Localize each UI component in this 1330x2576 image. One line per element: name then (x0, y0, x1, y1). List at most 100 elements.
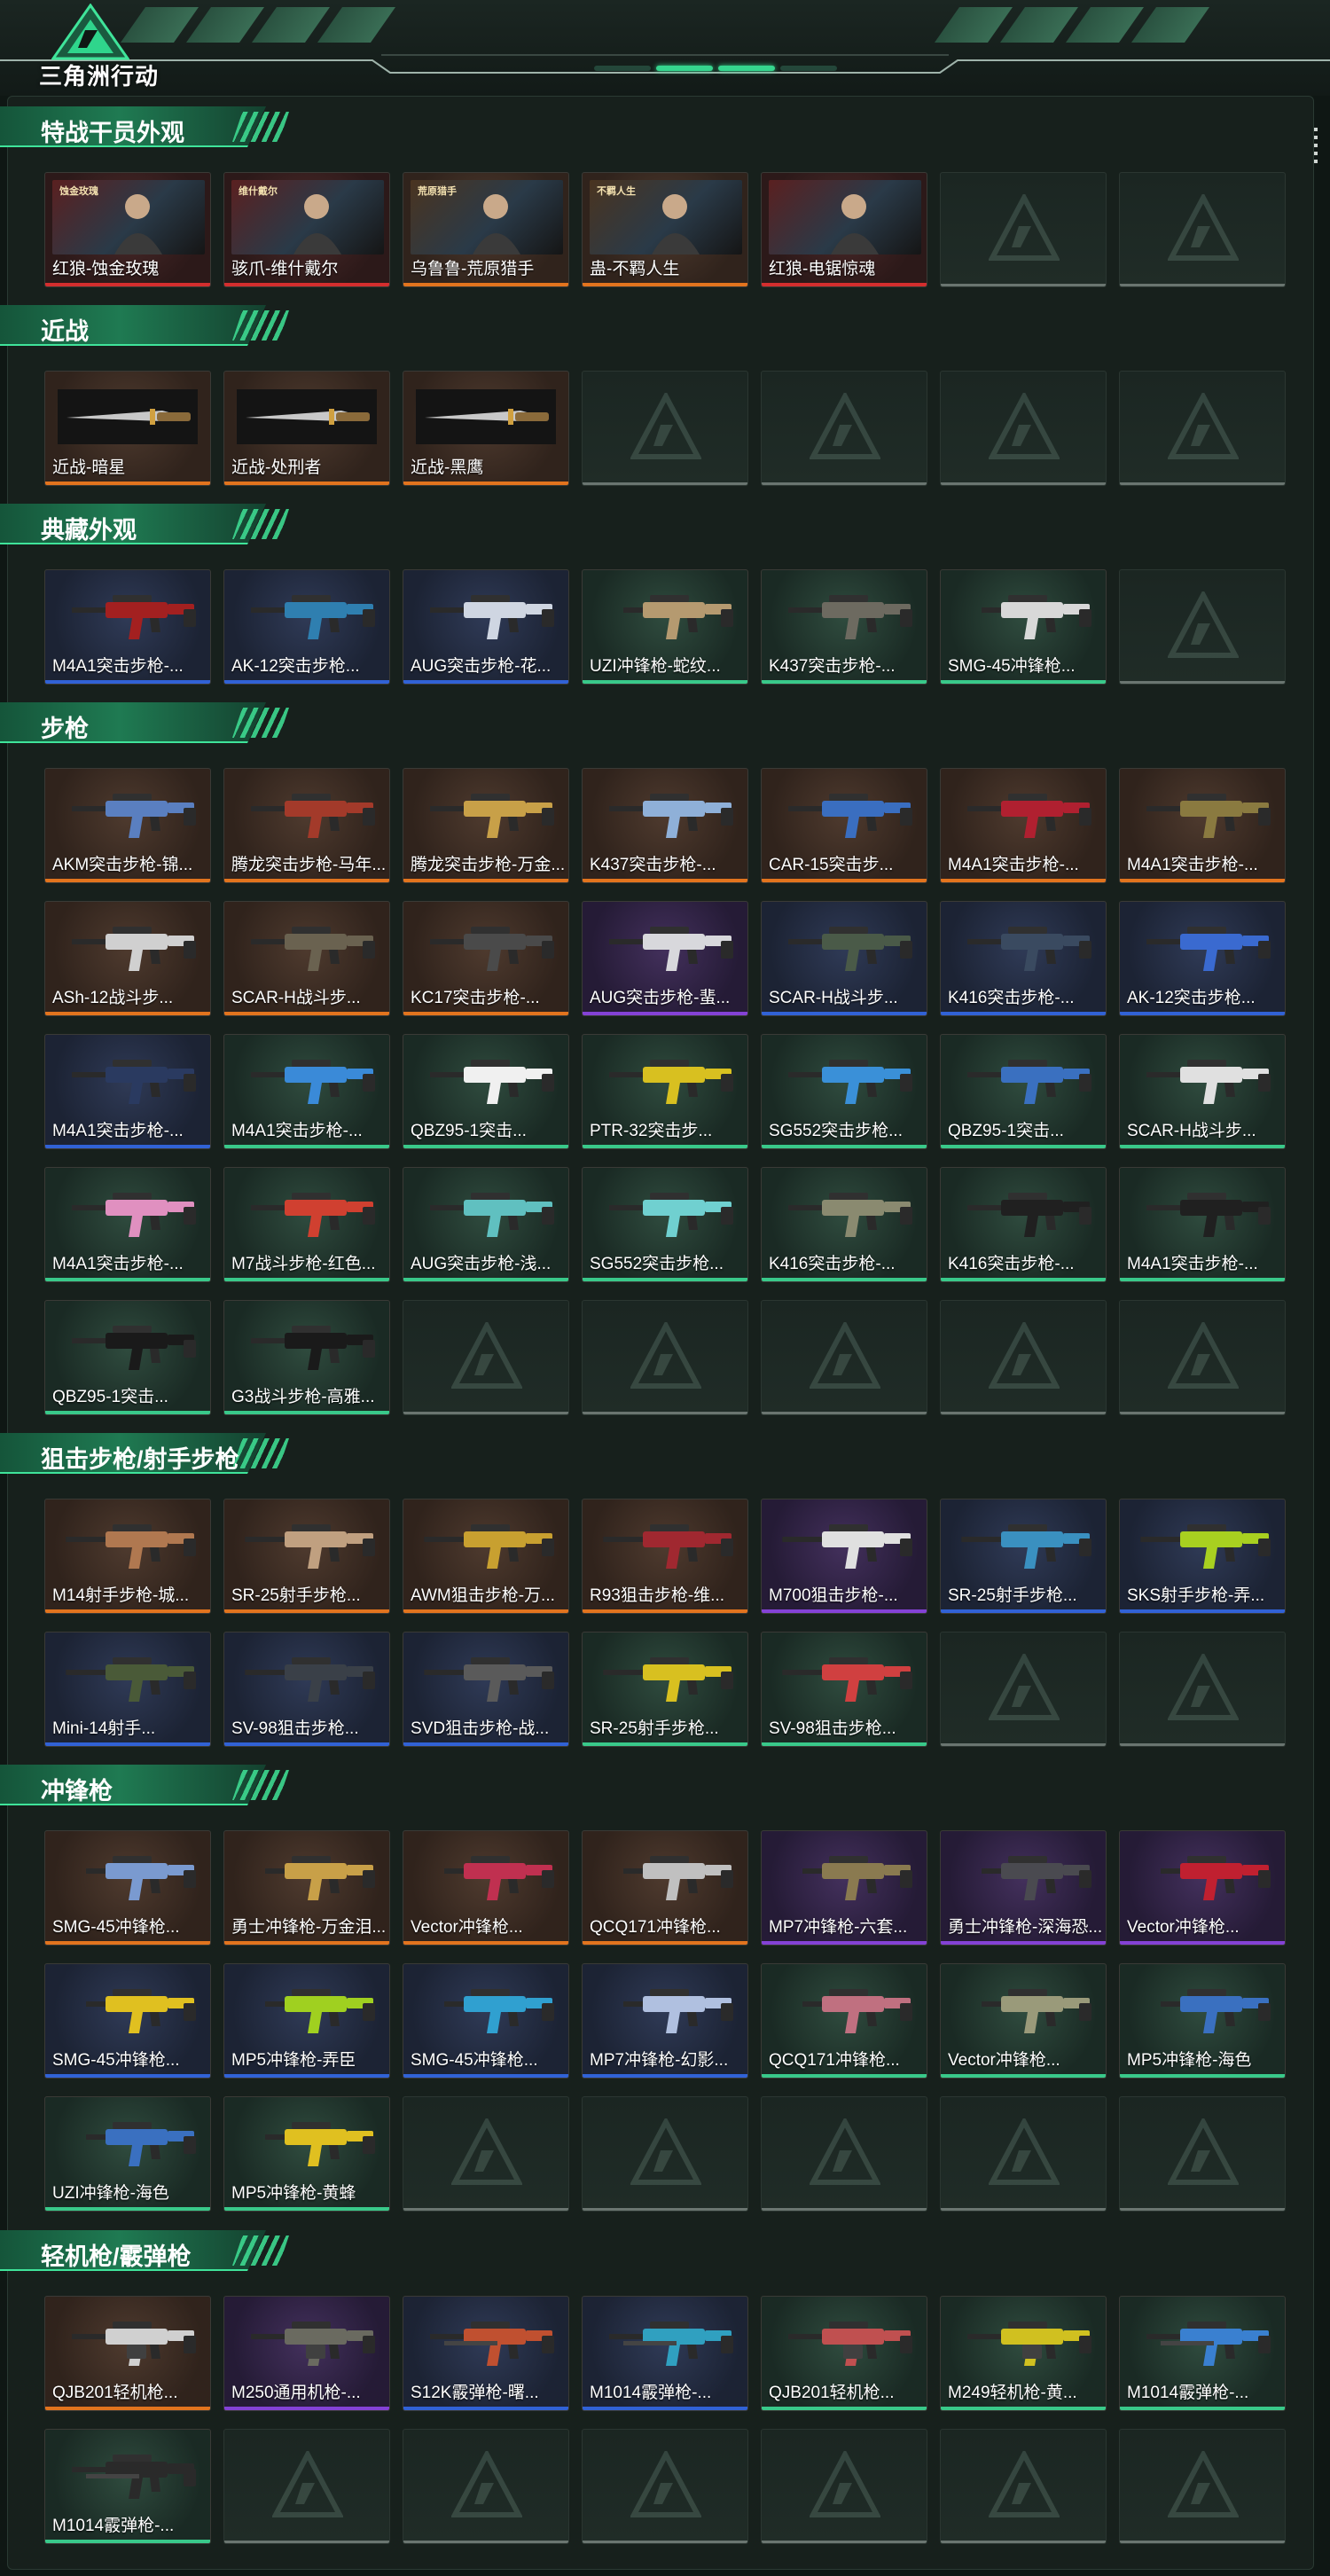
scrollbar[interactable] (1312, 96, 1319, 2570)
skin-card[interactable]: M1014霰弹枪-... (582, 2296, 748, 2411)
placeholder-logo-icon (989, 2451, 1060, 2517)
empty-slot (1119, 569, 1286, 685)
skin-card[interactable]: M7战斗步枪-红色... (223, 1167, 390, 1282)
skin-card[interactable]: 荒原猎手 乌鲁鲁-荒原猎手 (403, 172, 569, 287)
skin-card[interactable]: AUG突击步枪-蜚... (582, 901, 748, 1016)
skin-card[interactable]: QCQ171冲锋枪... (761, 1963, 927, 2079)
skin-card[interactable]: AKM突击步枪-锦... (44, 768, 211, 883)
skin-card[interactable]: UZI冲锋枪-海色 (44, 2096, 211, 2212)
skin-card[interactable]: AUG突击步枪-花... (403, 569, 569, 685)
skin-card[interactable]: 维什戴尔 骇爪-维什戴尔 (223, 172, 390, 287)
skin-card[interactable]: M1014霰弹枪-... (44, 2429, 211, 2544)
skin-card[interactable]: 红狼-电锯惊魂 (761, 172, 927, 287)
skin-card[interactable]: K416突击步枪-... (940, 1167, 1107, 1282)
placeholder-logo-icon (451, 1322, 522, 1389)
skin-card[interactable]: QCQ171冲锋枪... (582, 1830, 748, 1946)
rarity-bar (45, 2207, 210, 2211)
skin-card[interactable]: SV-98狙击步枪... (761, 1632, 927, 1747)
skin-card[interactable]: MP5冲锋枪-海色 (1119, 1963, 1286, 2079)
skin-card[interactable]: AK-12突击步枪... (223, 569, 390, 685)
skin-card[interactable]: M4A1突击步枪-... (44, 1167, 211, 1282)
skin-card[interactable]: MP7冲锋枪-幻影... (582, 1963, 748, 2079)
skin-card[interactable]: KC17突击步枪-... (403, 901, 569, 1016)
skin-card[interactable]: QBZ95-1突击... (403, 1034, 569, 1149)
skin-card[interactable]: UZI冲锋枪-蛇纹... (582, 569, 748, 685)
skin-card[interactable]: Mini-14射手... (44, 1632, 211, 1747)
sniper-icon (603, 1657, 733, 1702)
skin-card[interactable]: K437突击步枪-... (582, 768, 748, 883)
skin-card[interactable]: SCAR-H战斗步... (223, 901, 390, 1016)
skin-card[interactable]: K416突击步枪-... (761, 1167, 927, 1282)
skin-card[interactable]: 勇士冲锋枪-万金泪... (223, 1830, 390, 1946)
skin-card[interactable]: Vector冲锋枪... (940, 1963, 1107, 2079)
skin-card[interactable]: M4A1突击步枪-... (1119, 1167, 1286, 1282)
skin-card[interactable]: AWM狙击步枪-万... (403, 1499, 569, 1614)
skin-card[interactable]: S12K霰弹枪-曙... (403, 2296, 569, 2411)
skin-card[interactable]: SMG-45冲锋枪... (44, 1963, 211, 2079)
skin-card[interactable]: M700狙击步枪-... (761, 1499, 927, 1614)
skin-card[interactable]: M250通用机枪-... (223, 2296, 390, 2411)
skin-card[interactable]: CAR-15突击步... (761, 768, 927, 883)
rarity-bar (403, 1145, 568, 1148)
skin-card[interactable]: MP5冲锋枪-黄蜂 (223, 2096, 390, 2212)
skin-card[interactable]: AUG突击步枪-浅... (403, 1167, 569, 1282)
skin-card[interactable]: SV-98狙击步枪... (223, 1632, 390, 1747)
skin-card[interactable]: SR-25射手步枪... (582, 1632, 748, 1747)
skin-card[interactable]: 勇士冲锋枪-深海恐... (940, 1830, 1107, 1946)
skin-card[interactable]: M249轻机枪-黄... (940, 2296, 1107, 2411)
skin-card[interactable]: AK-12突击步枪... (1119, 901, 1286, 1016)
skin-card[interactable]: 腾龙突击步枪-万金... (403, 768, 569, 883)
skin-card-label: MP5冲锋枪-海色 (1127, 2051, 1252, 2070)
skin-card[interactable]: M1014霰弹枪-... (1119, 2296, 1286, 2411)
skin-card[interactable]: MP5冲锋枪-弄臣 (223, 1963, 390, 2079)
skin-card[interactable]: M4A1突击步枪-... (223, 1034, 390, 1149)
skin-card[interactable]: QJB201轻机枪... (44, 2296, 211, 2411)
skin-card[interactable]: SG552突击步枪... (761, 1034, 927, 1149)
skin-card[interactable]: M4A1突击步枪-... (44, 1034, 211, 1149)
skin-card[interactable]: K437突击步枪-... (761, 569, 927, 685)
skin-card[interactable]: Vector冲锋枪... (403, 1830, 569, 1946)
skin-card[interactable]: ASh-12战斗步... (44, 901, 211, 1016)
skin-card-label: MP7冲锋枪-六套... (769, 1918, 908, 1937)
rarity-bar (224, 1742, 389, 1746)
skin-card[interactable]: Vector冲锋枪... (1119, 1830, 1286, 1946)
skin-card[interactable]: SG552突击步枪... (582, 1167, 748, 1282)
skin-card[interactable]: 近战-处刑者 (223, 371, 390, 486)
skin-card[interactable]: SR-25射手步枪... (223, 1499, 390, 1614)
skin-card[interactable]: G3战斗步枪-高雅... (223, 1300, 390, 1415)
skin-card[interactable]: R93狙击步枪-维... (582, 1499, 748, 1614)
rarity-bar (583, 1278, 747, 1281)
skin-card[interactable]: SCAR-H战斗步... (1119, 1034, 1286, 1149)
skin-card-label: 腾龙突击步枪-马年... (231, 856, 387, 874)
skin-card[interactable]: 腾龙突击步枪-马年... (223, 768, 390, 883)
rarity-bar (45, 1278, 210, 1281)
skin-card[interactable]: SR-25射手步枪... (940, 1499, 1107, 1614)
skin-card[interactable]: 近战-暗星 (44, 371, 211, 486)
rarity-bar (1120, 1941, 1285, 1945)
skin-card[interactable]: SCAR-H战斗步... (761, 901, 927, 1016)
rarity-bar (583, 1412, 747, 1414)
skin-card[interactable]: 不羁人生 蛊-不羁人生 (582, 172, 748, 287)
skin-card[interactable]: QBZ95-1突击... (44, 1300, 211, 1415)
skin-card-label: SMG-45冲锋枪... (948, 657, 1076, 676)
rarity-bar (583, 1609, 747, 1613)
skin-card[interactable]: SVD狙击步枪-战... (403, 1632, 569, 1747)
skin-card[interactable]: 蚀金玫瑰 红狼-蚀金玫瑰 (44, 172, 211, 287)
skin-card[interactable]: 近战-黑鹰 (403, 371, 569, 486)
skin-card[interactable]: SMG-45冲锋枪... (403, 1963, 569, 2079)
scrollbar-thumb[interactable] (1314, 128, 1318, 167)
skin-card[interactable]: MP7冲锋枪-六套... (761, 1830, 927, 1946)
skin-card[interactable]: QBZ95-1突击... (940, 1034, 1107, 1149)
skin-card[interactable]: PTR-32突击步... (582, 1034, 748, 1149)
skin-card[interactable]: M4A1突击步枪-... (940, 768, 1107, 883)
skin-card[interactable]: M4A1突击步枪-... (1119, 768, 1286, 883)
rifle-icon (1146, 1193, 1271, 1237)
skin-card[interactable]: SMG-45冲锋枪... (940, 569, 1107, 685)
skin-card[interactable]: M4A1突击步枪-... (44, 569, 211, 685)
skin-card[interactable]: SKS射手步枪-弄... (1119, 1499, 1286, 1614)
skin-card[interactable]: SMG-45冲锋枪... (44, 1830, 211, 1946)
skin-card[interactable]: M14射手步枪-城... (44, 1499, 211, 1614)
skin-card[interactable]: QJB201轻机枪... (761, 2296, 927, 2411)
skin-card[interactable]: K416突击步枪-... (940, 901, 1107, 1016)
placeholder-logo-icon (1168, 1654, 1239, 1720)
